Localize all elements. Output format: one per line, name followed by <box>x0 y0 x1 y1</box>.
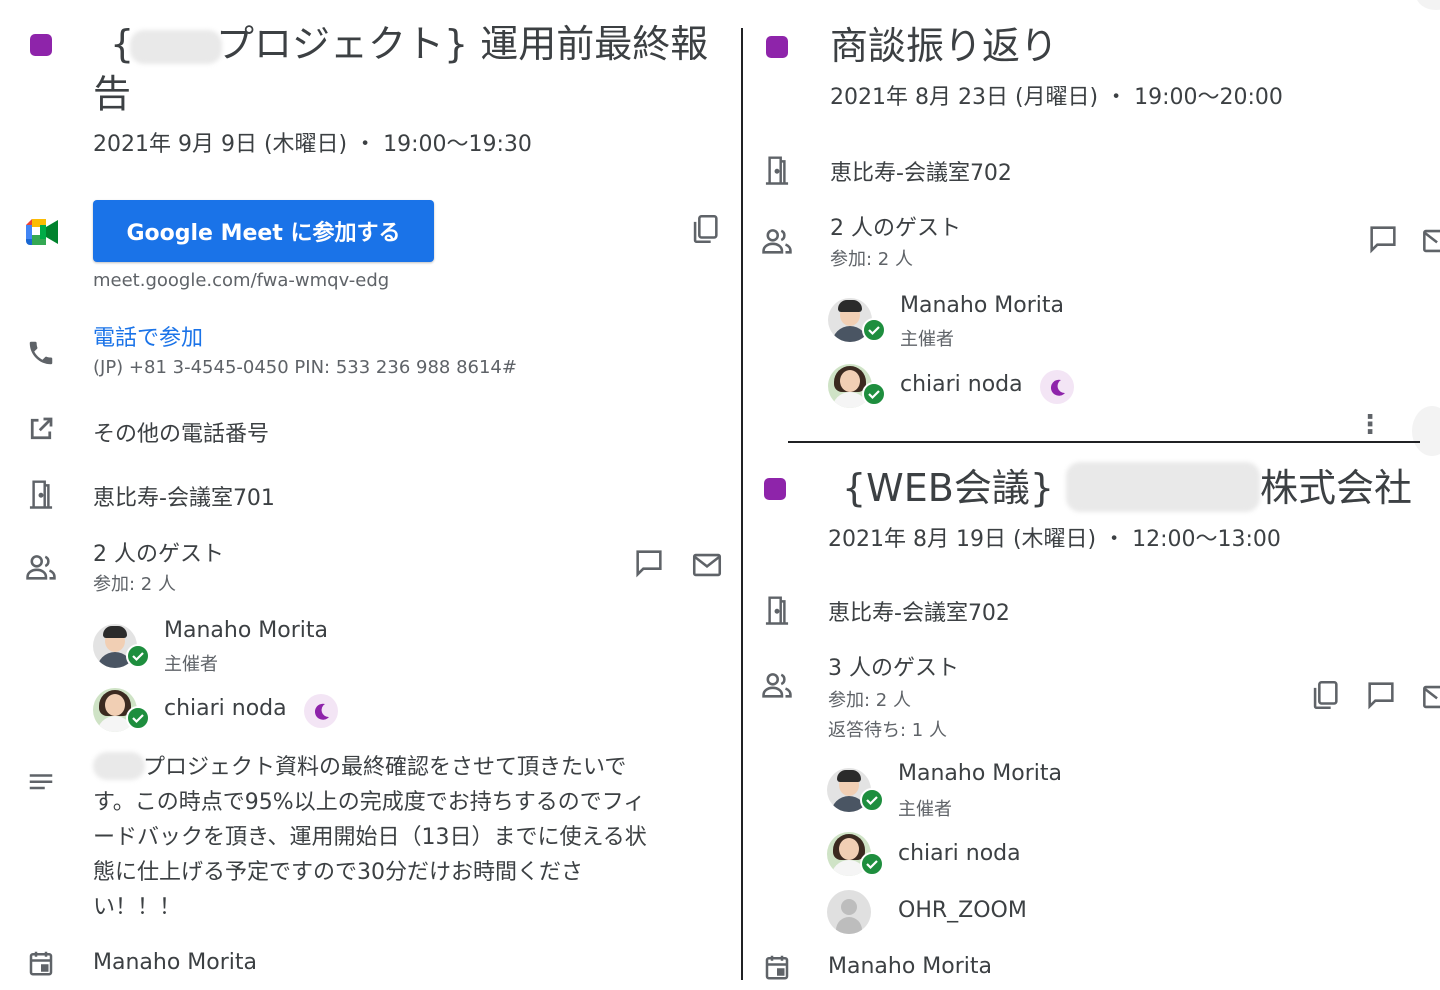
guest-count: 3 人のゲスト <box>828 656 959 681</box>
accepted-check-icon <box>862 318 886 342</box>
event-color-dot <box>30 34 52 56</box>
join-google-meet-button[interactable]: Google Meet に参加する <box>93 200 434 262</box>
calendar-icon <box>762 952 792 982</box>
calendar-owner: Manaho Morita <box>93 950 257 975</box>
people-icon <box>760 224 794 258</box>
guest-response-summary: 参加: 2 人 <box>830 249 913 270</box>
description-line: す。この時点で95%以上の完成度でお持ちするのでフィ <box>93 790 646 815</box>
event-date: 2021年 8月 23日 (月曜日) ・ 19:00～20:00 <box>830 85 1283 110</box>
calendar-icon <box>26 948 56 978</box>
guest-name: chiari noda <box>164 696 287 721</box>
room-location: 恵比寿-会議室702 <box>828 601 1010 626</box>
guest-role: 主催者 <box>164 654 218 675</box>
edge-decoration <box>1416 0 1440 10</box>
more-phone-numbers-link[interactable]: その他の電話番号 <box>93 416 269 448</box>
event-title-part2: 株式会社 <box>1260 466 1413 510</box>
event-title-part2: プロジェクト} 運用前最終報 <box>216 22 709 66</box>
mail-icon[interactable] <box>1420 224 1440 258</box>
guest-name: Manaho Morita <box>900 293 1064 318</box>
redacted-text <box>1066 462 1260 512</box>
edge-decoration <box>1412 406 1440 456</box>
description-icon <box>26 768 56 798</box>
guest-role: 主催者 <box>898 799 952 820</box>
description-line: プロジェクト資料の最終確認をさせて頂きたいで <box>143 755 627 780</box>
event-date: 2021年 8月 19日 (木曜日) ・ 12:00～13:00 <box>828 527 1281 552</box>
copy-icon[interactable] <box>688 212 722 246</box>
guest-role: 主催者 <box>900 329 954 350</box>
meet-url[interactable]: meet.google.com/fwa-wmqv-edg <box>93 270 389 291</box>
accepted-check-icon <box>126 706 150 730</box>
copy-icon[interactable] <box>1308 678 1342 712</box>
chat-icon[interactable] <box>1364 678 1398 712</box>
moon-icon <box>304 694 338 728</box>
accepted-check-icon <box>862 382 886 406</box>
guest-response-summary: 参加: 2 人 <box>93 574 176 595</box>
mail-icon[interactable] <box>690 548 724 582</box>
join-by-phone-link[interactable]: 電話で参加 <box>93 320 203 352</box>
chat-icon[interactable] <box>1366 222 1400 256</box>
room-door-icon <box>762 594 792 626</box>
divider <box>788 441 1420 443</box>
accepted-check-icon <box>126 644 150 668</box>
accepted-check-icon <box>860 852 884 876</box>
people-icon <box>24 550 58 584</box>
event-date: 2021年 9月 9日 (木曜日) ・ 19:00～19:30 <box>93 132 532 157</box>
guest-name: Manaho Morita <box>164 618 328 643</box>
event-description: プロジェクト資料の最終確認をさせて頂きたいで す。この時点で95%以上の完成度で… <box>93 750 733 925</box>
redacted-text <box>130 30 222 64</box>
guest-response-summary: 参加: 2 人 <box>828 690 911 711</box>
guest-count: 2 人のゲスト <box>830 216 961 241</box>
guest-name: chiari noda <box>900 372 1023 397</box>
guest-count: 2 人のゲスト <box>93 542 224 567</box>
guest-name: OHR_ZOOM <box>898 898 1027 923</box>
guest-awaiting-summary: 返答待ち: 1 人 <box>828 720 947 741</box>
google-meet-icon <box>24 216 60 248</box>
more-vert-icon[interactable]: ⋮ <box>1357 412 1383 438</box>
phone-number: (JP) +81 3-4545-0450 PIN: 533 236 988 86… <box>93 357 517 378</box>
event-title: 商談振り返り <box>830 24 1059 68</box>
event-title-line2: 告 <box>93 72 132 116</box>
people-icon <box>760 668 794 702</box>
open-in-new-icon <box>26 414 56 444</box>
room-door-icon <box>26 478 56 510</box>
description-line: い！！！ <box>93 895 182 920</box>
description-line: 態に仕上げる予定ですので30分だけお時間くださ <box>93 860 583 885</box>
room-location: 恵比寿-会議室702 <box>830 161 1012 186</box>
room-location: 恵比寿-会議室701 <box>93 486 275 511</box>
event-color-dot <box>764 478 786 500</box>
moon-icon <box>1040 370 1074 404</box>
event-title-part1: {WEB会議} <box>842 466 1055 510</box>
accepted-check-icon <box>860 788 884 812</box>
avatar <box>827 890 871 934</box>
guest-name: Manaho Morita <box>898 761 1062 786</box>
chat-icon[interactable] <box>632 546 666 580</box>
phone-icon <box>26 338 56 368</box>
room-door-icon <box>762 154 792 186</box>
guest-name: chiari noda <box>898 841 1021 866</box>
divider <box>741 28 743 980</box>
event-color-dot <box>766 36 788 58</box>
description-line: ードバックを頂き、運用開始日（13日）までに使える状 <box>93 825 647 850</box>
calendar-owner: Manaho Morita <box>828 954 992 979</box>
mail-icon[interactable] <box>1420 680 1440 714</box>
